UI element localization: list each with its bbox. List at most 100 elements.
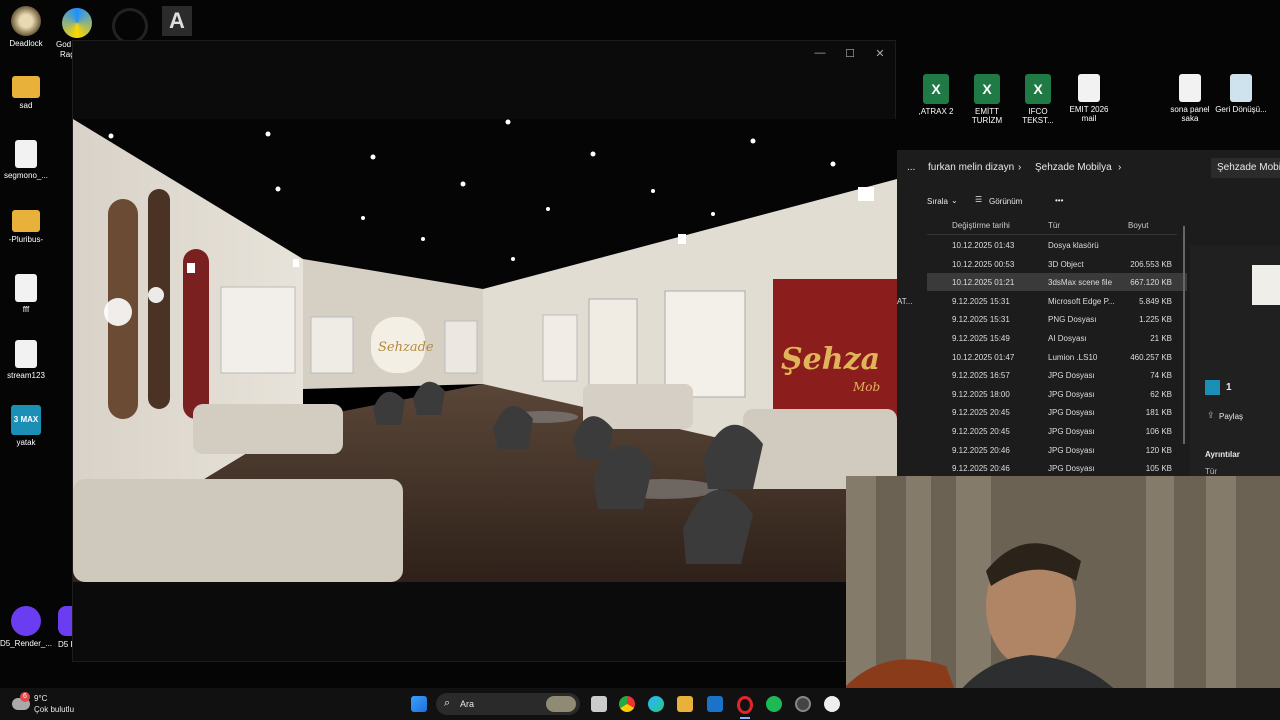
search-input[interactable]: Şehzade Mobily: [1211, 158, 1280, 178]
table-row[interactable]: 9.12.2025 20:45 JPG Dosyası 106 KB: [927, 422, 1187, 440]
desktop-icon-label: D5_Render_...: [0, 639, 53, 648]
right-sign-text: Şehza: [781, 342, 880, 377]
d5-render-icon: [11, 606, 41, 636]
desktop-icon-shortcut[interactable]: [112, 8, 148, 44]
table-row[interactable]: 10.12.2025 01:43 Dosya klasörü: [927, 236, 1187, 254]
desktop-icon-label: stream123: [7, 371, 45, 380]
breadcrumb-item-furkan[interactable]: furkan melin dizayn: [928, 162, 1014, 173]
desktop-icon-label: sad: [19, 101, 33, 110]
webcam-overlay: [846, 476, 1280, 720]
desktop-icon-label: -Pluribus-: [8, 235, 44, 244]
table-row[interactable]: 9.12.2025 18:00 JPG Dosyası 62 KB: [927, 385, 1187, 403]
taskbar: 6 9°C Çok bulutlu ⌕ Ara: [0, 688, 1280, 720]
table-row[interactable]: 9.12.2025 20:46 JPG Dosyası 120 KB: [927, 441, 1187, 459]
search-label: Ara: [460, 699, 475, 709]
column-date[interactable]: Değiştirme tarihi: [952, 221, 1010, 230]
column-type[interactable]: Tür: [1048, 221, 1060, 230]
desktop-icon-yatak[interactable]: 3 MAX yatak: [0, 405, 52, 447]
view-button[interactable]: Görünüm: [989, 197, 1022, 206]
desktop-icon-label: yatak: [16, 438, 36, 447]
chrome-icon[interactable]: [619, 696, 635, 712]
active-app-indicator: [740, 717, 750, 719]
recycle-bin-icon: [1230, 74, 1252, 102]
render-image: Sehzade Şehza Mob: [73, 119, 897, 582]
table-row[interactable]: 9.12.2025 15:31 PNG Dosyası 1.225 KB: [927, 310, 1187, 328]
details-type-label: Tür: [1205, 467, 1217, 476]
opera-icon[interactable]: [737, 696, 753, 714]
desktop-icon-sona-panel[interactable]: sona panel saka: [1164, 74, 1216, 123]
maximize-button[interactable]: ☐: [841, 47, 859, 60]
details-heading: Ayrıntılar: [1205, 450, 1240, 459]
weather-temp: 9°C: [34, 694, 48, 703]
media-player-icon[interactable]: [824, 696, 840, 712]
desktop-icon-recycle-bin[interactable]: Geri Dönüşü...: [1215, 74, 1267, 114]
preview-thumbnail: [1252, 265, 1280, 305]
task-view-icon[interactable]: [591, 696, 607, 712]
right-sign-sub: Mob: [852, 380, 880, 394]
desktop-icon-d5-render[interactable]: D5_Render_...: [0, 606, 52, 648]
desktop-icon-shortcut-a[interactable]: A: [162, 6, 192, 36]
chevron-right-icon: ›: [1018, 162, 1022, 173]
desktop-icon-stream123[interactable]: stream123: [0, 340, 52, 380]
weather-widget[interactable]: 6 9°C Çok bulutlu: [10, 692, 90, 718]
breadcrumb-item-sehzade[interactable]: Şehzade Mobilya: [1035, 162, 1112, 173]
file-explorer-window[interactable]: ... furkan melin dizayn › Şehzade Mobily…: [897, 150, 1280, 476]
image-viewer-window[interactable]: — ☐ ✕ Sehzade Şehza Mob: [72, 40, 897, 662]
desktop-icon-segmono[interactable]: segmono_...: [0, 140, 52, 180]
search-highlight-icon: [546, 696, 576, 712]
desktop-icon-emit2026[interactable]: EMIT 2026 mail: [1063, 74, 1115, 123]
file-icon: [15, 340, 37, 368]
share-button[interactable]: Paylaş: [1219, 412, 1243, 421]
desktop-icon-label: IFCO TEKST...: [1022, 107, 1054, 125]
table-row[interactable]: 10.12.2025 00:53 3D Object 206.553 KB: [927, 255, 1187, 273]
desktop-icon-pluribus[interactable]: -Pluribus-: [0, 210, 52, 244]
settings-icon[interactable]: [795, 696, 811, 712]
deadlock-icon: [11, 6, 41, 36]
table-row[interactable]: 9.12.2025 20:46 JPG Dosyası 105 KB: [927, 459, 1187, 477]
item-count: 1: [1226, 382, 1232, 393]
desktop-icon-label: Geri Dönüşü...: [1215, 105, 1267, 114]
file-list: 10.12.2025 01:43 Dosya klasörü 10.12.2025…: [897, 236, 1187, 477]
sort-chevron-icon: ⌄: [951, 196, 958, 205]
excel-icon: X: [974, 74, 1000, 104]
file-icon: [15, 274, 37, 302]
desktop-icon-label: Deadlock: [9, 39, 43, 48]
more-options-button[interactable]: •••: [1055, 196, 1063, 205]
view-icon: ☰: [975, 195, 983, 204]
table-row[interactable]: 9.12.2025 20:45 JPG Dosyası 181 KB: [927, 403, 1187, 421]
breadcrumb-more[interactable]: ...: [907, 162, 915, 173]
desktop-icon-fff[interactable]: fff: [0, 274, 52, 314]
close-button[interactable]: ✕: [871, 47, 889, 60]
windows-start-icon[interactable]: [411, 696, 427, 712]
table-row[interactable]: 9.12.2025 16:57 JPG Dosyası 74 KB: [927, 366, 1187, 384]
table-row[interactable]: 10.12.2025 01:47 Lumion .LS10 460.257 KB: [927, 348, 1187, 366]
file-explorer-icon[interactable]: [677, 696, 693, 712]
desktop-icon-god[interactable]: [62, 8, 92, 38]
scrollbar[interactable]: [1183, 226, 1185, 444]
chevron-right-icon: ›: [1118, 162, 1122, 173]
breadcrumb: ... furkan melin dizayn › Şehzade Mobily…: [897, 156, 1202, 180]
left-sign-text: Sehzade: [378, 340, 434, 355]
desktop-icon-sad[interactable]: sad: [0, 76, 52, 110]
3dsmax-icon: [1205, 380, 1220, 395]
sort-button[interactable]: Sırala: [927, 197, 948, 206]
desktop-icon-deadlock[interactable]: Deadlock: [0, 6, 52, 48]
table-row[interactable]: 9.12.2025 15:49 AI Dosyası 21 KB: [927, 329, 1187, 347]
header-divider: [927, 234, 1177, 235]
mail-icon[interactable]: [707, 696, 723, 712]
column-size[interactable]: Boyut: [1128, 221, 1148, 230]
desktop-icon-ifco[interactable]: X IFCO TEKST...: [1012, 74, 1064, 125]
file-icon: [1179, 74, 1201, 102]
share-icon: ⇪: [1207, 410, 1215, 420]
edge-icon[interactable]: [648, 696, 664, 712]
spotify-icon[interactable]: [766, 696, 782, 712]
desktop-icon-emitt[interactable]: X EMİTT TURİZM: [961, 74, 1013, 125]
table-row-selected[interactable]: 10.12.2025 01:21 3dsMax scene file 667.120…: [927, 273, 1187, 292]
file-icon: [1078, 74, 1100, 102]
search-box[interactable]: ⌕ Ara: [436, 693, 580, 715]
weather-badge: 6: [20, 692, 30, 702]
table-row[interactable]: AT... 9.12.2025 15:31 Microsoft Edge P... 5…: [897, 292, 1187, 310]
minimize-button[interactable]: —: [811, 47, 829, 59]
search-icon: ⌕: [444, 697, 451, 709]
desktop-icon-atrax[interactable]: X ,ATRAX 2: [910, 74, 962, 116]
